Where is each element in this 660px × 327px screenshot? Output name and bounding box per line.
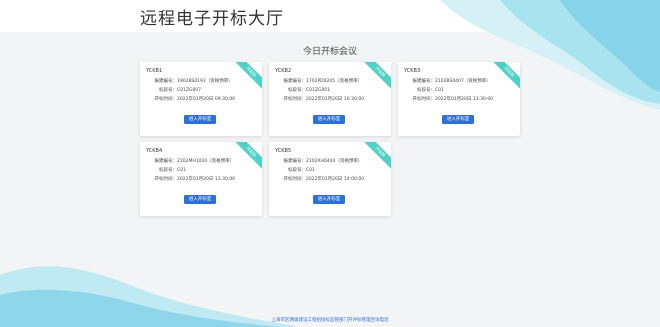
meeting-code: YCKB4 [146, 148, 163, 154]
registration-label: 报建编号： [283, 79, 307, 84]
registration-row: 报建编号： 1702PD0205（资格预审） [269, 78, 391, 86]
registration-label: 报建编号： [412, 79, 436, 84]
enter-room-button[interactable]: 进入开标室 [313, 195, 345, 204]
registration-value: 1902BS0193（资格预审） [177, 79, 233, 84]
enter-room-button[interactable]: 进入开标室 [184, 115, 216, 124]
section-row: 标段号： C01ZG007 [140, 87, 262, 95]
open-time-row: 开标时间： 2022年01月20日 13:30:00 [398, 96, 520, 104]
meeting-code: YCKB1 [146, 68, 163, 74]
enter-room-button[interactable]: 进入开标室 [313, 115, 345, 124]
registration-value: 2102BS0407（资格预审） [435, 79, 491, 84]
open-time-value: 2022年01月20日 13:30:00 [177, 177, 236, 182]
section-label: 标段号： [159, 168, 177, 173]
open-time-value: 2022年01月20日 14:00:00 [306, 177, 365, 182]
registration-label: 报建编号： [154, 159, 178, 164]
open-time-row: 开标时间： 2022年01月20日 14:00:00 [269, 176, 391, 184]
open-time-label: 开标时间： [154, 97, 178, 102]
section-label: 标段号： [417, 88, 435, 93]
open-time-row: 开标时间： 2022年01月20日 09:30:00 [140, 96, 262, 104]
footer-contact-link[interactable]: 上海市区两级建设工程招投标监管部门开评标管理咨询电话 [0, 317, 660, 323]
section-value: C01 [306, 168, 315, 173]
registration-row: 报建编号： 2102XH0444（资格预审） [269, 158, 391, 166]
section-value: C01 [177, 168, 186, 173]
open-time-value: 2022年01月20日 10:30:00 [306, 97, 365, 102]
open-time-value: 2022年01月20日 09:30:00 [177, 97, 236, 102]
section-label: 标段号： [159, 88, 177, 93]
section-row: 标段号： C01 [398, 87, 520, 95]
section-row: 标段号： C01 [269, 167, 391, 175]
registration-label: 报建编号： [154, 79, 178, 84]
meeting-card: YCKB2 开标前 报建编号： 1702PD0205（资格预审） 标段号： C0… [269, 62, 391, 136]
section-value: C01ZG001 [306, 88, 331, 93]
meeting-card: YCKB5 开标前 报建编号： 2102XH0444（资格预审） 标段号： C0… [269, 142, 391, 216]
section-value: C01ZG007 [177, 88, 202, 93]
section-label: 标段号： [288, 168, 306, 173]
open-time-label: 开标时间： [154, 177, 178, 182]
meeting-code: YCKB5 [275, 148, 292, 154]
meeting-code: YCKB3 [404, 68, 421, 74]
enter-room-button[interactable]: 进入开标室 [442, 115, 474, 124]
enter-room-button[interactable]: 进入开标室 [184, 195, 216, 204]
open-time-label: 开标时间： [412, 97, 436, 102]
open-time-row: 开标时间： 2022年01月20日 13:30:00 [140, 176, 262, 184]
open-time-row: 开标时间： 2022年01月20日 10:30:00 [269, 96, 391, 104]
meeting-card: YCKB1 开标前 报建编号： 1902BS0193（资格预审） 标段号： C0… [140, 62, 262, 136]
section-value: C01 [435, 88, 444, 93]
open-time-value: 2022年01月20日 13:30:00 [435, 97, 494, 102]
registration-value: 2102XH0444（资格预审） [306, 159, 363, 164]
section-title: 今日开标会议 [302, 47, 357, 57]
open-time-label: 开标时间： [283, 177, 307, 182]
meeting-card: YCKB3 开标前 报建编号： 2102BS0407（资格预审） 标段号： C0… [398, 62, 520, 136]
registration-row: 报建编号： 1902BS0193（资格预审） [140, 78, 262, 86]
section-row: 标段号： C01 [140, 167, 262, 175]
meeting-card: YCKB4 开标前 报建编号： 2102MH1010（资格预审） 标段号： C0… [140, 142, 262, 216]
page-title: 远程电子开标大厅 [140, 9, 284, 29]
registration-value: 2102MH1010（资格预审） [177, 159, 235, 164]
section-label: 标段号： [288, 88, 306, 93]
meeting-code: YCKB2 [275, 68, 292, 74]
registration-value: 1702PD0205（资格预审） [306, 79, 363, 84]
open-time-label: 开标时间： [283, 97, 307, 102]
registration-row: 报建编号： 2102BS0407（资格预审） [398, 78, 520, 86]
section-row: 标段号： C01ZG001 [269, 87, 391, 95]
registration-label: 报建编号： [283, 159, 307, 164]
registration-row: 报建编号： 2102MH1010（资格预审） [140, 158, 262, 166]
header-bar: 远程电子开标大厅 [0, 0, 660, 32]
